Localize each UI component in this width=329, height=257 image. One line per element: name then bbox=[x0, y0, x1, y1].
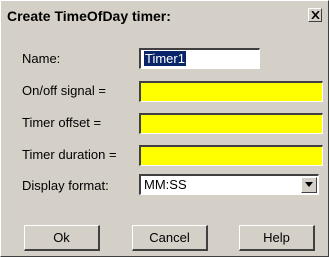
timer-duration-input[interactable] bbox=[139, 145, 323, 166]
chevron-down-icon bbox=[305, 182, 313, 187]
display-format-select[interactable]: MM:SS bbox=[139, 174, 319, 195]
ok-button[interactable]: Ok bbox=[24, 225, 100, 251]
close-button[interactable] bbox=[308, 8, 322, 22]
timer-offset-label: Timer offset = bbox=[22, 115, 102, 130]
help-button[interactable]: Help bbox=[239, 225, 315, 251]
dialog-title: Create TimeOfDay timer: bbox=[7, 8, 171, 24]
name-value: Timer1 bbox=[143, 50, 187, 67]
close-icon bbox=[311, 11, 320, 19]
name-input[interactable]: Timer1 bbox=[139, 48, 260, 69]
create-timer-dialog: Create TimeOfDay timer: Name: Timer1 On/… bbox=[0, 0, 329, 257]
name-label: Name: bbox=[22, 51, 61, 66]
title-bar: Create TimeOfDay timer: bbox=[5, 5, 325, 27]
timer-offset-input[interactable] bbox=[139, 113, 323, 134]
display-format-label: Display format: bbox=[22, 178, 109, 193]
display-format-value: MM:SS bbox=[144, 177, 187, 192]
dropdown-button[interactable] bbox=[301, 177, 317, 193]
timer-duration-label: Timer duration = bbox=[22, 147, 117, 162]
onoff-signal-label: On/off signal = bbox=[22, 83, 106, 98]
cancel-button[interactable]: Cancel bbox=[132, 225, 208, 251]
onoff-signal-input[interactable] bbox=[139, 81, 323, 102]
